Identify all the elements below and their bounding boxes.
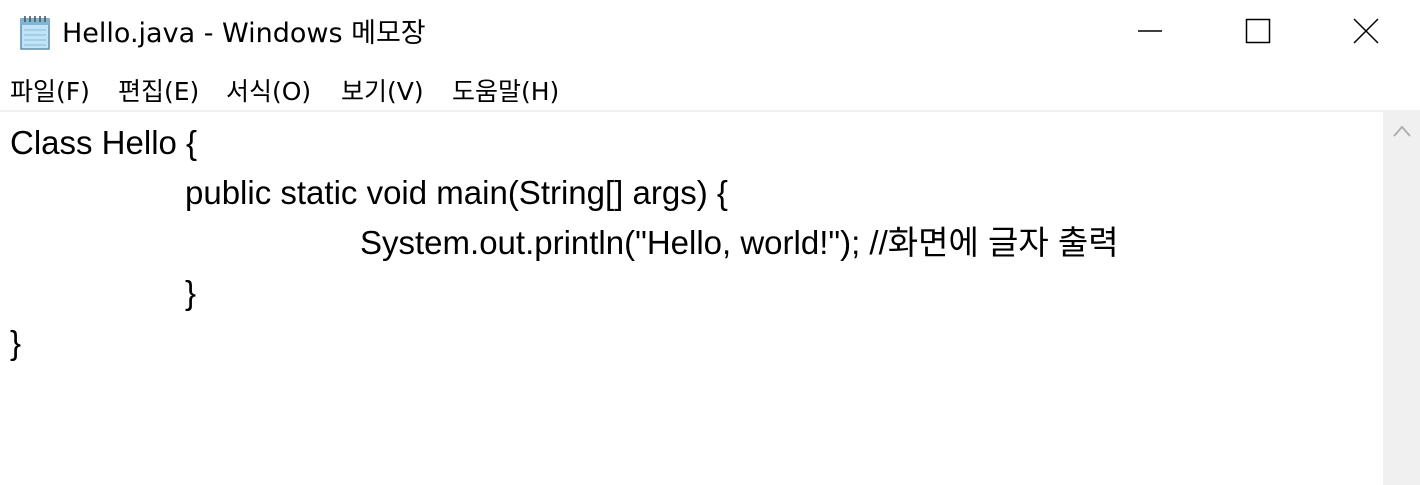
- menu-help[interactable]: 도움말(H): [452, 76, 559, 108]
- code-line: Class Hello {: [10, 124, 198, 161]
- menu-view[interactable]: 보기(V): [341, 76, 424, 108]
- vertical-scrollbar[interactable]: [1383, 112, 1420, 485]
- menu-file[interactable]: 파일(F): [10, 76, 90, 108]
- chevron-up-icon: [1392, 123, 1412, 142]
- close-button[interactable]: [1312, 0, 1420, 66]
- notepad-icon[interactable]: [18, 14, 52, 50]
- code-line: System.out.println("Hello, world!"); //화…: [360, 224, 1119, 261]
- maximize-button[interactable]: [1204, 0, 1312, 66]
- code-line: }: [185, 274, 197, 311]
- notepad-window: Hello.java - Windows 메모장 파일(F) 편집(E) 서식(…: [0, 0, 1420, 485]
- menu-format[interactable]: 서식(O): [226, 76, 311, 108]
- maximize-icon: [1245, 18, 1271, 48]
- minimize-button[interactable]: [1096, 0, 1204, 66]
- code-line: }: [10, 324, 22, 361]
- close-icon: [1352, 17, 1380, 49]
- window-title: Hello.java - Windows 메모장: [62, 18, 426, 49]
- title-bar[interactable]: Hello.java - Windows 메모장: [0, 0, 1420, 68]
- menu-bar: 파일(F) 편집(E) 서식(O) 보기(V) 도움말(H): [0, 68, 1420, 112]
- scroll-up-button[interactable]: [1383, 112, 1420, 152]
- text-editor-area[interactable]: Class Hello { public static void main(St…: [0, 112, 1383, 485]
- code-line: public static void main(String[] args) {: [185, 174, 728, 211]
- menu-edit[interactable]: 편집(E): [118, 76, 199, 108]
- minimize-icon: [1137, 18, 1163, 48]
